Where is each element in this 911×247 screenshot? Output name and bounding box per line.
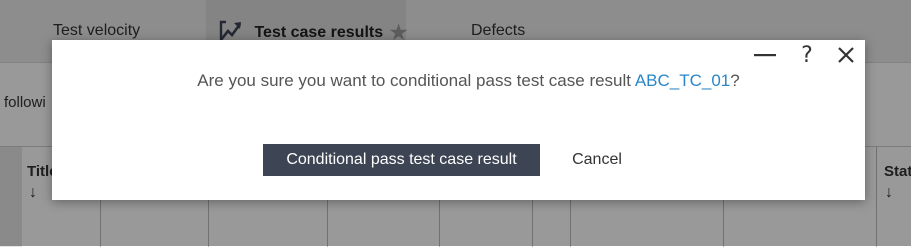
cancel-button[interactable]: Cancel [558,144,636,176]
close-icon[interactable] [832,42,860,68]
message-prefix: Are you sure you want to conditional pas… [197,71,635,90]
test-case-link[interactable]: ABC_TC_01 [635,71,730,90]
confirm-message: Are you sure you want to conditional pas… [52,71,885,91]
message-suffix: ? [730,71,740,90]
conditional-pass-button[interactable]: Conditional pass test case result [263,144,540,176]
help-icon[interactable]: ? [793,42,821,68]
minimize-icon[interactable] [751,42,779,68]
confirm-dialog: ? Are you sure you want to conditional p… [52,40,865,200]
